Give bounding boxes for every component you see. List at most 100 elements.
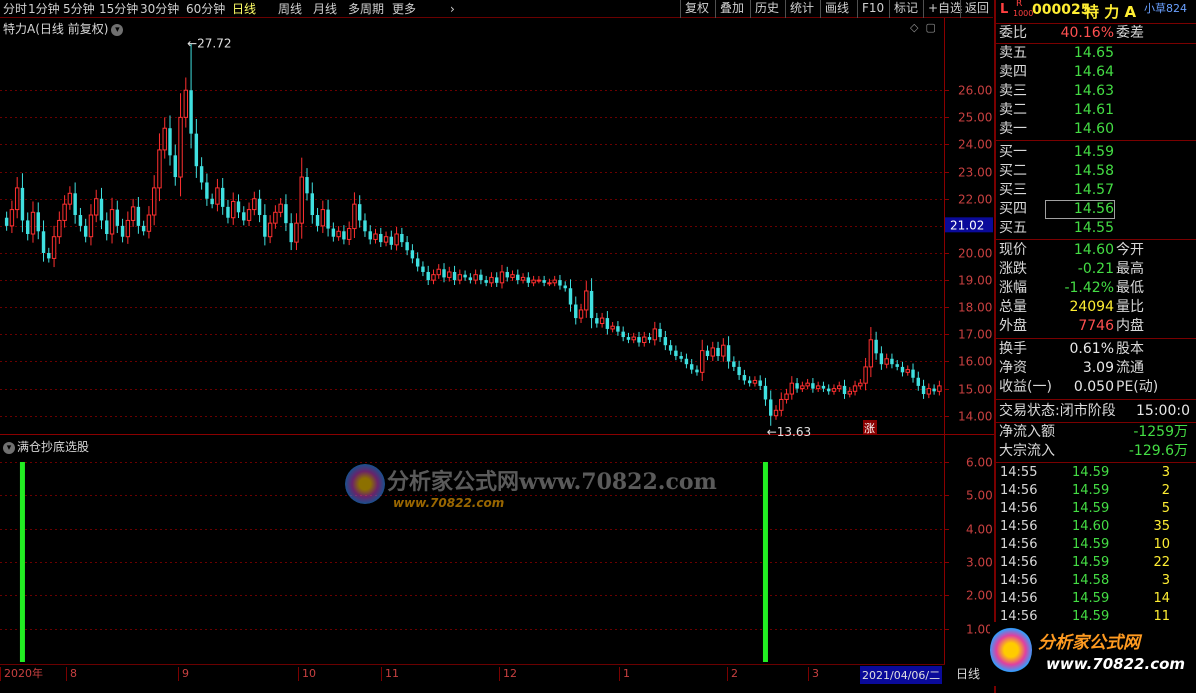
candle bbox=[47, 247, 51, 263]
candle bbox=[210, 193, 214, 209]
market-badge: L bbox=[1000, 2, 1009, 17]
candle bbox=[141, 220, 146, 236]
bid-row[interactable]: 买五 14.55 bbox=[996, 219, 1196, 237]
ask-row[interactable]: 卖一 14.60 bbox=[996, 120, 1196, 138]
fund-label-2: PE(动) bbox=[1116, 379, 1159, 395]
candle bbox=[130, 198, 136, 227]
fund-label-2: 股本 bbox=[1116, 341, 1144, 357]
candle bbox=[383, 231, 389, 247]
candle bbox=[320, 200, 326, 234]
stat-label-2: 最低 bbox=[1116, 280, 1144, 296]
period-label[interactable]: 日线 bbox=[956, 665, 980, 682]
candle bbox=[921, 379, 926, 399]
candle bbox=[584, 281, 589, 318]
candle bbox=[831, 384, 837, 395]
tick-time: 14:56 bbox=[1000, 573, 1038, 588]
chevron-down-icon[interactable]: ▾ bbox=[111, 24, 124, 36]
y-tick-label: 16.00 bbox=[958, 355, 992, 369]
candle bbox=[479, 269, 483, 285]
candle bbox=[916, 371, 920, 391]
candle bbox=[162, 117, 167, 159]
stat-value: 7746 bbox=[1078, 318, 1114, 334]
candle bbox=[552, 275, 557, 287]
candle bbox=[574, 296, 578, 325]
weibi-value: 40.16% bbox=[1060, 25, 1114, 41]
candle bbox=[315, 207, 320, 232]
bid-row[interactable]: 买二 14.58 bbox=[996, 162, 1196, 180]
fund-row: 换手 0.61% 股本 bbox=[996, 340, 1196, 358]
stat-label: 涨幅 bbox=[999, 280, 1027, 296]
user-tag[interactable]: 小草824 bbox=[1144, 0, 1187, 16]
chart-title-text: 特力A(日线 前复权) bbox=[3, 22, 109, 36]
candle bbox=[932, 384, 936, 395]
ask-row[interactable]: 卖二 14.61 bbox=[996, 101, 1196, 119]
candle bbox=[763, 377, 768, 406]
zhang-badge[interactable]: 涨 bbox=[863, 420, 877, 435]
candle bbox=[189, 43, 193, 149]
fund-value: 3.09 bbox=[1082, 360, 1114, 376]
bid-price: 14.55 bbox=[1073, 220, 1114, 236]
candle bbox=[505, 266, 509, 282]
separator bbox=[996, 140, 1196, 141]
tick-row: 14:55 14.59 3 bbox=[996, 464, 1196, 482]
bid-row[interactable]: 买三 14.57 bbox=[996, 181, 1196, 199]
tick-time: 14:55 bbox=[1000, 465, 1038, 480]
candle bbox=[510, 270, 515, 281]
candle bbox=[547, 278, 552, 287]
month-label: 1 bbox=[619, 667, 630, 681]
tick-volume: 3 bbox=[1161, 465, 1170, 480]
high-annotation: ←27.72 bbox=[187, 37, 231, 51]
ask-row[interactable]: 卖四 14.64 bbox=[996, 63, 1196, 81]
kline-chart[interactable]: 26.00 25.00 24.00 23.00 22.00 2 1.00 20.00 19.00… bbox=[0, 0, 994, 693]
tick-row: 14:56 14.59 14 bbox=[996, 590, 1196, 608]
candle bbox=[73, 182, 77, 224]
tick-row: 14:56 14.58 3 bbox=[996, 572, 1196, 590]
candle bbox=[278, 198, 283, 218]
candle bbox=[373, 228, 378, 244]
candle bbox=[847, 387, 852, 398]
ask-row[interactable]: 卖三 14.63 bbox=[996, 82, 1196, 100]
candle bbox=[815, 381, 821, 392]
restore-icon[interactable]: ▢ bbox=[925, 21, 935, 34]
weibi-row: 委比 40.16% 委差 bbox=[996, 24, 1196, 42]
candle bbox=[874, 331, 878, 360]
date-axis: 2020年 8 9 10 11 12 1 2 3 2021/04/06/二 bbox=[0, 664, 945, 684]
candle bbox=[784, 388, 789, 404]
candle bbox=[726, 336, 731, 369]
candle bbox=[626, 332, 631, 344]
candle bbox=[173, 144, 177, 186]
candle bbox=[267, 215, 273, 244]
candle bbox=[120, 218, 125, 243]
net-inflow-row: 净流入额 -1259万 bbox=[996, 423, 1196, 441]
chevron-down-icon[interactable]: ▾ bbox=[3, 442, 15, 454]
tick-price: 14.58 bbox=[1072, 573, 1110, 588]
net-inflow-value: -1259万 bbox=[1133, 424, 1188, 440]
y-tick-label: 15.00 bbox=[958, 383, 992, 397]
bid-row[interactable]: 买一 14.59 bbox=[996, 143, 1196, 161]
candle bbox=[826, 384, 831, 395]
candle bbox=[346, 221, 352, 246]
stock-name: 特 力 A bbox=[1084, 3, 1137, 21]
candle bbox=[773, 405, 779, 420]
candle bbox=[67, 186, 73, 210]
candle bbox=[242, 206, 246, 226]
tick-price: 14.59 bbox=[1072, 483, 1110, 498]
y-tick-label: 17.00 bbox=[958, 328, 992, 342]
block-inflow-row: 大宗流入 -129.6万 bbox=[996, 442, 1196, 460]
candle bbox=[30, 201, 36, 243]
y-tick-label: 20.00 bbox=[958, 247, 992, 261]
bid-label: 买五 bbox=[999, 220, 1027, 236]
candle bbox=[36, 202, 40, 240]
bid-price: 14.59 bbox=[1073, 144, 1114, 160]
candle bbox=[151, 175, 157, 226]
bid4-highlight-box bbox=[1045, 200, 1115, 219]
indicator-title-text: 满仓抄底选股 bbox=[17, 440, 90, 454]
separator bbox=[996, 399, 1196, 400]
candle bbox=[589, 278, 594, 329]
candle bbox=[863, 357, 868, 391]
current-price-label: 21.02 bbox=[950, 218, 984, 232]
diamond-icon[interactable]: ◇ bbox=[910, 21, 918, 34]
ask-row[interactable]: 卖五 14.65 bbox=[996, 44, 1196, 62]
candle bbox=[310, 182, 314, 224]
candle bbox=[868, 327, 874, 378]
